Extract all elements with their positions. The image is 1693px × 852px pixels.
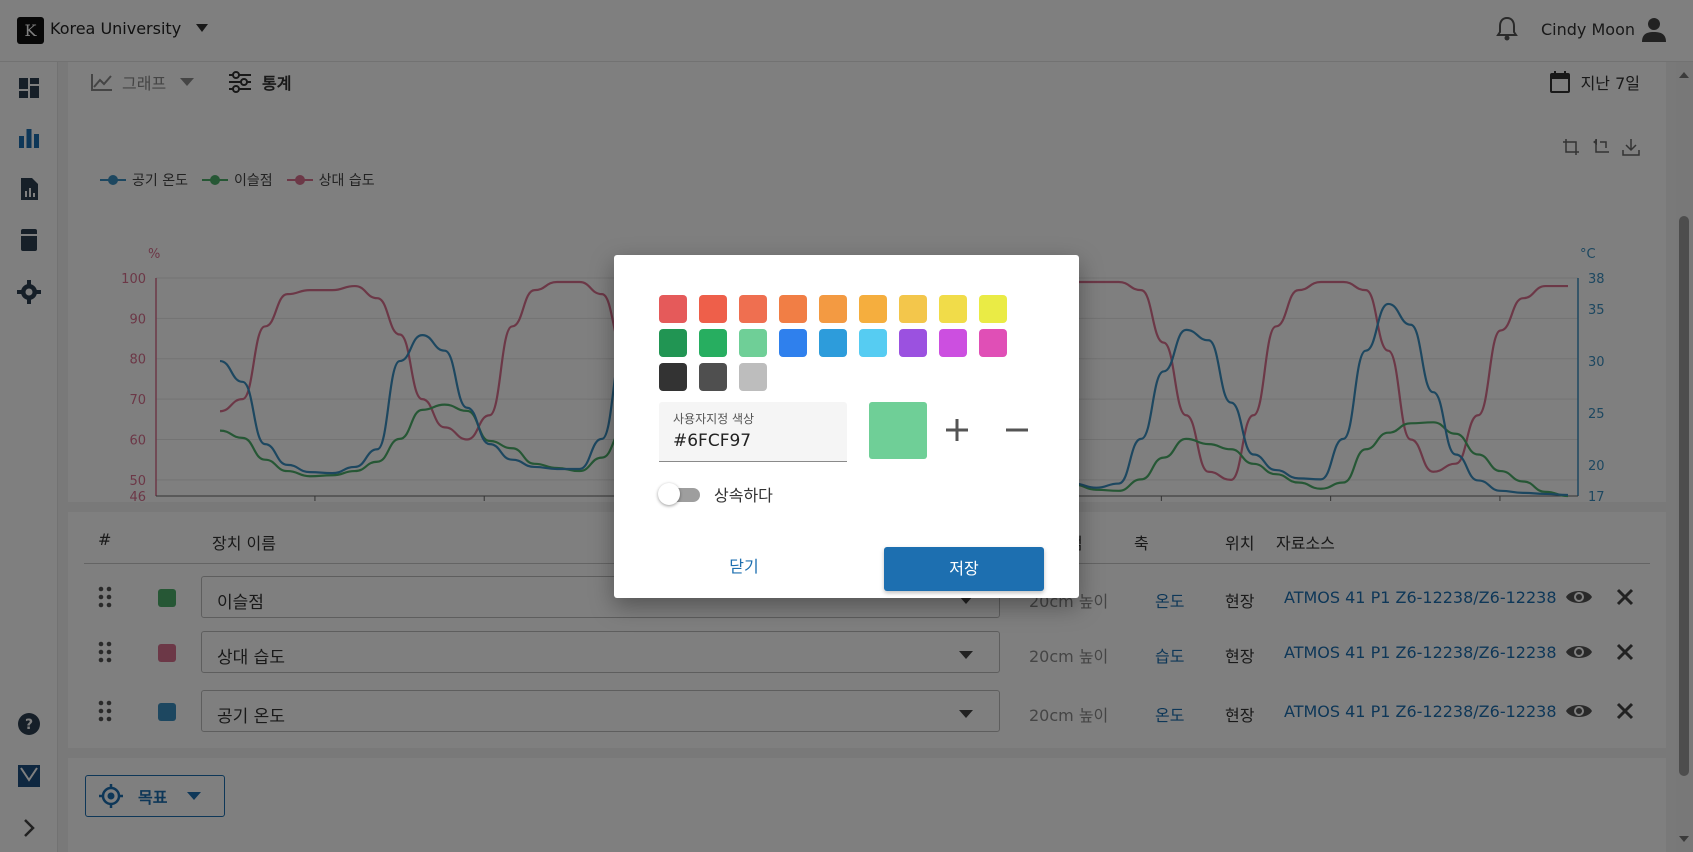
color-preview-swatch (869, 402, 927, 459)
palette-color-swatch[interactable] (659, 329, 687, 357)
palette-color-swatch[interactable] (819, 329, 847, 357)
palette-color-swatch[interactable] (779, 295, 807, 323)
palette-color-swatch[interactable] (939, 329, 967, 357)
add-color-icon[interactable] (944, 417, 970, 443)
inherit-toggle[interactable] (658, 483, 700, 505)
palette-color-swatch[interactable] (739, 295, 767, 323)
palette-color-swatch[interactable] (659, 295, 687, 323)
palette-color-swatch[interactable] (779, 329, 807, 357)
color-palette (659, 295, 1007, 391)
palette-color-swatch[interactable] (859, 329, 887, 357)
custom-color-input[interactable]: #6FCF97 (673, 431, 751, 451)
inherit-label: 상속하다 (714, 486, 773, 505)
save-button[interactable]: 저장 (884, 547, 1044, 591)
custom-color-label: 사용자지정 색상 (673, 412, 755, 426)
color-picker-dialog: 사용자지정 색상 #6FCF97 상속하다 닫기 저장 (614, 255, 1079, 598)
palette-color-swatch[interactable] (859, 295, 887, 323)
palette-color-swatch[interactable] (979, 329, 1007, 357)
palette-color-swatch[interactable] (739, 329, 767, 357)
palette-color-swatch[interactable] (699, 329, 727, 357)
palette-color-swatch[interactable] (979, 295, 1007, 323)
custom-color-field[interactable]: 사용자지정 색상 #6FCF97 (659, 402, 847, 462)
palette-color-swatch[interactable] (899, 329, 927, 357)
close-button[interactable]: 닫기 (694, 547, 794, 587)
remove-color-icon[interactable] (1004, 417, 1030, 443)
palette-color-swatch[interactable] (899, 295, 927, 323)
palette-color-swatch[interactable] (819, 295, 847, 323)
palette-color-swatch[interactable] (699, 363, 727, 391)
palette-color-swatch[interactable] (659, 363, 687, 391)
palette-color-swatch[interactable] (699, 295, 727, 323)
palette-color-swatch[interactable] (739, 363, 767, 391)
palette-color-swatch[interactable] (939, 295, 967, 323)
toggle-knob (658, 483, 680, 505)
